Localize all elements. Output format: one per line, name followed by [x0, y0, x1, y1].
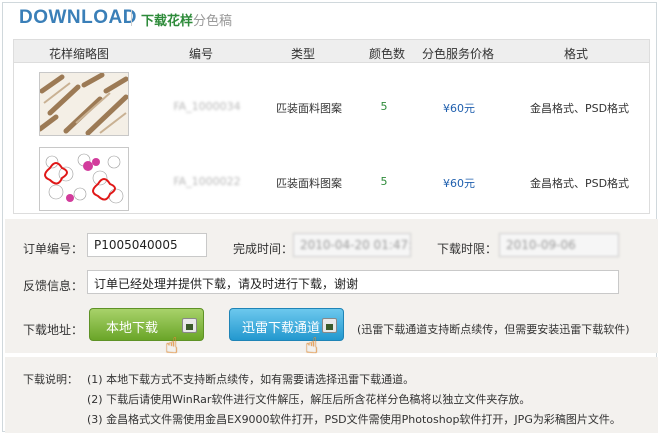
subtitle-sub: 分色稿 [193, 14, 233, 29]
download-title: DOWNLOAD [19, 7, 137, 28]
deadline-field[interactable]: 2010-09-06 [499, 233, 619, 257]
xunlei-download-button[interactable]: 迅雷下载通道 [229, 308, 344, 341]
download-panel: DOWNLOAD 下载花样分色稿 花样缩略图 编号 类型 颜色数 分色服务价格 … [2, 2, 658, 433]
col-type: 类型 [291, 47, 316, 61]
complete-time-field[interactable]: 2010-04-20 01:47:55 [293, 233, 411, 257]
order-number-label: 订单编号： [23, 242, 84, 256]
order-number-field[interactable]: P1005040005 [87, 233, 207, 257]
order-info-section: 订单编号： P1005040005 完成时间： 2010-04-20 01:47… [5, 219, 658, 359]
pattern-code: FA_1000034 [173, 100, 241, 113]
subtitle-main: 下载花样 [141, 14, 194, 29]
instruction-line: (1) 本地下载方式不支持断点续传，如有需要请选择迅雷下载通道。 [87, 373, 415, 386]
pattern-type: 匹装面料图案 [276, 177, 342, 190]
pattern-type: 匹装面料图案 [276, 102, 342, 115]
pattern-code: FA_1000022 [173, 175, 241, 188]
panel-header: DOWNLOAD 下载花样分色稿 [3, 3, 656, 33]
feedback-label: 反馈信息： [23, 279, 84, 293]
instruction-line: (3) 金昌格式文件需使用金昌EX9000软件打开，PSD文件需使用Photos… [87, 413, 621, 426]
col-code: 编号 [189, 47, 214, 61]
download-subtitle: 下载花样分色稿 [141, 10, 232, 29]
instruction-line: (2) 下载后请使用WinRar软件进行文件解压，解压后所含花样分色稿将以独立文… [87, 393, 531, 406]
xunlei-note: (迅雷下载通道支持断点续传，但需要安装迅雷下载软件) [357, 323, 630, 336]
pattern-colors: 5 [380, 175, 388, 188]
col-format: 格式 [564, 47, 589, 61]
complete-time-label: 完成时间： [233, 242, 294, 256]
local-download-label: 本地下载 [106, 320, 159, 335]
download-app-icon [182, 318, 197, 333]
pattern-price: ¥60元 [443, 177, 475, 190]
local-download-button[interactable]: 本地下载 [89, 308, 204, 341]
hand-pointer-icon: ☝ [165, 334, 179, 359]
pattern-thumbnail[interactable] [39, 147, 129, 211]
table-row: FA_1000034 匹装面料图案 5 ¥60元 金昌格式、PSD格式 [14, 68, 649, 140]
download-app-icon [322, 318, 337, 333]
download-address-label: 下载地址： [23, 323, 84, 337]
header-divider [131, 10, 132, 26]
pattern-colors: 5 [380, 100, 388, 113]
instructions-label: 下载说明： [23, 373, 78, 386]
col-colors: 颜色数 [369, 47, 406, 61]
download-instructions: 下载说明： (1) 本地下载方式不支持断点续传，如有需要请选择迅雷下载通道。 (… [5, 357, 658, 433]
table-header: 花样缩略图 编号 类型 颜色数 分色服务价格 格式 [14, 40, 649, 63]
table-row: FA_1000022 匹装面料图案 5 ¥60元 金昌格式、PSD格式 [14, 143, 649, 215]
pattern-table: 花样缩略图 编号 类型 颜色数 分色服务价格 格式 FA_1000034 匹装面… [13, 39, 650, 214]
deadline-label: 下载时限： [437, 242, 498, 256]
feedback-field[interactable]: 订单已经处理并提供下载，请及时进行下载，谢谢 [87, 270, 619, 294]
hand-pointer-icon: ☝ [305, 334, 319, 359]
col-price: 分色服务价格 [422, 47, 495, 61]
pattern-price: ¥60元 [443, 102, 475, 115]
col-thumbnail: 花样缩略图 [49, 47, 110, 61]
pattern-thumbnail[interactable] [39, 72, 129, 136]
pattern-format: 金昌格式、PSD格式 [529, 177, 630, 190]
pattern-format: 金昌格式、PSD格式 [529, 102, 630, 115]
